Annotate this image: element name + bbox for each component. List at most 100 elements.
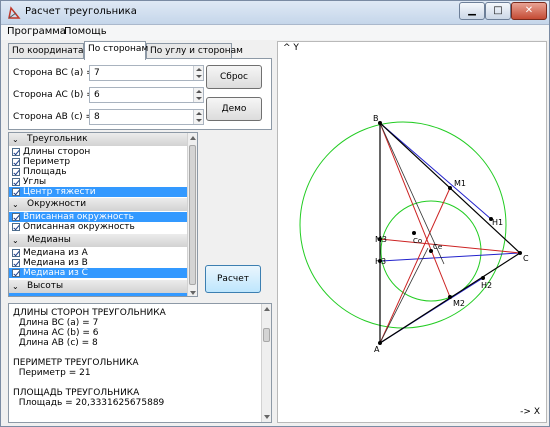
checkbox-checked-icon[interactable] bbox=[12, 158, 20, 166]
bisector-line bbox=[379, 247, 429, 344]
spin-up-icon[interactable] bbox=[196, 112, 202, 115]
triangle-drawing: B C A M1 M2 M3 H1 H2 H3 Co Ce bbox=[299, 114, 529, 354]
app-triangle-icon bbox=[8, 6, 21, 19]
label-c: C bbox=[523, 254, 529, 263]
maximize-button[interactable]: □ bbox=[485, 2, 511, 20]
options-scroll-thumb[interactable] bbox=[189, 145, 196, 285]
spin-down-icon[interactable] bbox=[196, 119, 202, 122]
option-circumcircle[interactable]: Описанная окружность bbox=[9, 222, 187, 232]
spin-up-icon[interactable] bbox=[196, 68, 202, 71]
option-incircle[interactable]: Вписанная окружность bbox=[9, 212, 187, 222]
median-line bbox=[379, 122, 451, 298]
option-perimeter[interactable]: Периметр bbox=[9, 157, 187, 167]
close-button[interactable]: ✕ bbox=[511, 2, 547, 20]
spin-up-icon[interactable] bbox=[196, 90, 202, 93]
checkbox-checked-icon[interactable] bbox=[12, 213, 20, 221]
option-median-a[interactable]: Медиана из A bbox=[9, 248, 187, 258]
label-m1: M1 bbox=[454, 179, 466, 188]
checkbox-checked-icon[interactable] bbox=[12, 223, 20, 231]
menu-program[interactable]: Программа bbox=[7, 26, 66, 37]
label-co: Co bbox=[413, 237, 422, 245]
reset-button[interactable]: Сброс bbox=[206, 65, 262, 89]
side-a-value: 7 bbox=[94, 68, 100, 78]
checkbox-checked-icon[interactable] bbox=[12, 148, 20, 156]
side-a-label: Сторона BC (a) = bbox=[13, 68, 94, 78]
label-h2: H2 bbox=[481, 281, 492, 290]
output-line: ПЛОЩАДЬ ТРЕУГОЛЬНИКА bbox=[13, 388, 140, 398]
option-median-c[interactable]: Медиана из C bbox=[9, 268, 187, 278]
point-m2 bbox=[448, 295, 452, 299]
checkbox-checked-icon[interactable] bbox=[12, 269, 20, 277]
label-ce: Ce bbox=[433, 243, 442, 251]
group-header-circles[interactable]: ⌄ Окружности bbox=[9, 198, 187, 211]
spin-down-icon[interactable] bbox=[196, 97, 202, 100]
close-icon: ✕ bbox=[524, 5, 534, 16]
results-textbox[interactable]: ДЛИНЫ СТОРОН ТРЕУГОЛЬНИКА Длина BC (a) =… bbox=[8, 303, 272, 423]
triangle bbox=[379, 121, 521, 345]
collapse-icon[interactable]: ⌄ bbox=[12, 198, 19, 211]
tab-by-sides[interactable]: По сторонам bbox=[84, 41, 148, 60]
group-header-medians[interactable]: ⌄ Медианы bbox=[9, 234, 187, 247]
output-line: Площадь = 20,3331625675889 bbox=[13, 398, 165, 408]
checkbox-checked-icon[interactable] bbox=[12, 259, 20, 267]
label-m2: M2 bbox=[453, 299, 465, 308]
tab-by-angle-and-sides[interactable]: По углу и сторонам bbox=[146, 43, 243, 59]
option-area[interactable]: Площадь bbox=[9, 167, 187, 177]
results-scrollbar[interactable] bbox=[261, 304, 271, 422]
group-header-altitudes[interactable]: ⌄ Высоты bbox=[9, 280, 187, 293]
altitude-line bbox=[379, 252, 521, 262]
output-line: Периметр = 21 bbox=[13, 368, 91, 378]
checkbox-checked-icon[interactable] bbox=[12, 188, 20, 196]
window-title: Расчет треугольника bbox=[25, 6, 137, 17]
vertex-b bbox=[378, 121, 382, 125]
tab-by-coordinates[interactable]: По координатам bbox=[8, 43, 90, 59]
checkbox-checked-icon[interactable] bbox=[12, 168, 20, 176]
title-bar: Расчет треугольника ▁ □ ✕ bbox=[1, 1, 549, 25]
median-line bbox=[379, 238, 521, 254]
group-header-triangle[interactable]: ⌄ Треугольник bbox=[9, 133, 187, 146]
scroll-down-icon[interactable] bbox=[190, 291, 196, 295]
calculate-button[interactable]: Расчет bbox=[205, 265, 261, 293]
option-altitude-partial[interactable] bbox=[9, 293, 187, 296]
option-side-lengths[interactable]: Длины сторон bbox=[9, 147, 187, 157]
output-line: Длина AB (c) = 8 bbox=[13, 338, 98, 348]
label-h3: H3 bbox=[375, 257, 386, 266]
scroll-down-icon[interactable] bbox=[264, 415, 270, 419]
checkbox-checked-icon[interactable] bbox=[12, 178, 20, 186]
minimize-button[interactable]: ▁ bbox=[459, 2, 485, 20]
side-c-value: 8 bbox=[94, 112, 100, 122]
side-a-spinner[interactable] bbox=[193, 66, 203, 80]
side-c-input[interactable]: 8 bbox=[89, 109, 204, 125]
drawing-canvas[interactable]: ^ Y -> X B C A M1 M2 M3 H1 H2 H3 Co Ce bbox=[277, 41, 547, 423]
side-b-input[interactable]: 6 bbox=[89, 87, 204, 103]
scroll-up-icon[interactable] bbox=[264, 307, 270, 311]
collapse-icon[interactable]: ⌄ bbox=[12, 234, 19, 247]
side-c-spinner[interactable] bbox=[193, 110, 203, 124]
maximize-icon: □ bbox=[493, 5, 503, 16]
checkbox-checked-icon[interactable] bbox=[12, 249, 20, 257]
demo-button[interactable]: Демо bbox=[206, 97, 262, 121]
scroll-up-icon[interactable] bbox=[190, 136, 196, 140]
menu-help[interactable]: Помощь bbox=[64, 26, 107, 37]
output-line: ДЛИНЫ СТОРОН ТРЕУГОЛЬНИКА bbox=[13, 308, 166, 318]
options-scrollbar[interactable] bbox=[187, 133, 197, 296]
label-h1: H1 bbox=[492, 218, 503, 227]
side-a-input[interactable]: 7 bbox=[89, 65, 204, 81]
results-scroll-thumb[interactable] bbox=[263, 328, 270, 342]
sides-panel: Сторона BC (a) = 7 Сторона AC (b) = 6 Ст… bbox=[8, 58, 272, 130]
altitude-line bbox=[379, 122, 492, 220]
app-window: Расчет треугольника ▁ □ ✕ Программа Помо… bbox=[0, 0, 550, 427]
collapse-icon[interactable]: ⌄ bbox=[12, 280, 19, 293]
option-median-b[interactable]: Медиана из B bbox=[9, 258, 187, 268]
collapse-icon[interactable]: ⌄ bbox=[12, 133, 19, 146]
point-h2 bbox=[481, 276, 485, 280]
point-co bbox=[412, 231, 416, 235]
spin-down-icon[interactable] bbox=[196, 75, 202, 78]
menu-bar: Программа Помощь bbox=[1, 25, 549, 40]
option-centroid[interactable]: Центр тяжести bbox=[9, 187, 187, 197]
vertex-c bbox=[518, 251, 522, 255]
side-b-spinner[interactable] bbox=[193, 88, 203, 102]
label-a: A bbox=[374, 345, 380, 354]
output-line: ПЕРИМЕТР ТРЕУГОЛЬНИКА bbox=[13, 358, 139, 368]
option-angles[interactable]: Углы bbox=[9, 177, 187, 187]
